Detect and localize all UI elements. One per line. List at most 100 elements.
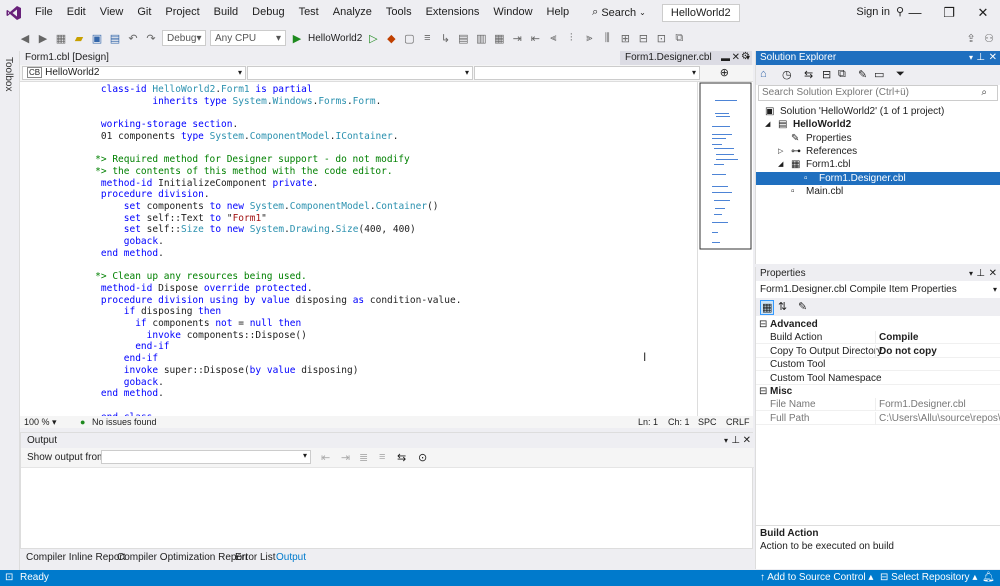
menu-file[interactable]: File xyxy=(28,0,60,25)
property-category[interactable]: ⊟ Misc xyxy=(756,385,1000,398)
tree-item[interactable]: ◢ ▤ HelloWorld2 xyxy=(756,118,1000,131)
expand-arrow-icon[interactable]: ◢ xyxy=(778,158,783,171)
close-button[interactable]: ✕ xyxy=(966,0,1000,25)
output-source-dropdown[interactable]: ▾ xyxy=(101,450,311,464)
hot-reload-icon[interactable]: ◆ xyxy=(384,31,398,45)
format-icon[interactable]: ≡ xyxy=(420,31,434,45)
tab-error-list[interactable]: Error List xyxy=(235,552,276,564)
menu-view[interactable]: View xyxy=(93,0,131,25)
save-icon[interactable]: ▣ xyxy=(90,31,104,45)
platform-dropdown[interactable]: Any CPU ▾ xyxy=(210,30,286,46)
clock-icon[interactable]: ⊙ xyxy=(418,451,427,464)
property-value[interactable]: Compile xyxy=(875,331,1000,345)
tree-item[interactable]: ✎ Properties xyxy=(756,132,1000,145)
redo-icon[interactable]: ↷ xyxy=(144,31,158,45)
code-minimap[interactable] xyxy=(697,82,753,416)
tree-item[interactable]: ▷ ⊶ References xyxy=(756,145,1000,158)
split-icon[interactable]: ⊕ xyxy=(720,66,729,79)
menu-build[interactable]: Build xyxy=(207,0,245,25)
switch-views-icon[interactable]: ◷ xyxy=(782,68,792,81)
search-box[interactable]: ⌕ Search ⌄ xyxy=(584,6,654,19)
comment-icon[interactable]: ▥ xyxy=(474,31,488,45)
bookmark-icon[interactable]: ▤ xyxy=(456,31,470,45)
property-row[interactable]: File Name Form1.Designer.cbl xyxy=(756,398,1000,412)
menu-debug[interactable]: Debug xyxy=(245,0,291,25)
panel-menu-icon[interactable]: ▾ xyxy=(969,267,973,281)
menu-project[interactable]: Project xyxy=(158,0,206,25)
toggle-wrap-icon[interactable]: ⇆ xyxy=(397,451,406,464)
property-category[interactable]: ⊟ Advanced xyxy=(756,318,1000,331)
undo-icon[interactable]: ↶ xyxy=(126,31,140,45)
pin-icon[interactable]: ▬ xyxy=(721,51,730,65)
code-editor[interactable]: class-id HelloWorld2.Form1 is partial in… xyxy=(20,82,697,416)
tree-item[interactable]: ▫ Main.cbl xyxy=(756,185,1000,198)
categorized-icon[interactable]: ▦ xyxy=(760,300,775,315)
show-all-files-icon[interactable]: ⧉ xyxy=(838,68,846,81)
clear-all-icon[interactable]: ≣ xyxy=(359,451,368,464)
panel-menu-icon[interactable]: ▾ xyxy=(724,433,728,448)
save-all-icon[interactable]: ▤ xyxy=(108,31,122,45)
type-dropdown[interactable]: ▾ xyxy=(247,66,473,80)
step-icon[interactable]: ↳ xyxy=(438,31,452,45)
solution-search-input[interactable]: Search Solution Explorer (Ctrl+ü) ⌕ xyxy=(758,85,998,101)
menu-test[interactable]: Test xyxy=(292,0,326,25)
close-tab-icon[interactable]: ✕ xyxy=(732,51,740,65)
menu-edit[interactable]: Edit xyxy=(60,0,93,25)
project-dropdown[interactable]: CB HelloWorld2 ▾ xyxy=(22,66,246,80)
configuration-dropdown[interactable]: Debug ▾ xyxy=(162,30,206,46)
property-row[interactable]: Custom Tool xyxy=(756,358,1000,372)
tree-item[interactable]: ▫ Form1.Designer.cbl xyxy=(756,171,1000,185)
sync-icon[interactable]: ⇆ xyxy=(804,68,813,81)
pin-icon[interactable]: ⊥ xyxy=(976,51,985,65)
minimize-button[interactable]: — xyxy=(898,0,932,25)
tab-output[interactable]: Output xyxy=(276,552,306,564)
property-value[interactable]: Form1.Designer.cbl xyxy=(875,398,1000,412)
size-icon[interactable]: ⊡ xyxy=(654,31,668,45)
menu-tools[interactable]: Tools xyxy=(379,0,419,25)
distribute-icon[interactable]: ⫼ xyxy=(600,31,614,45)
start-button[interactable]: HelloWorld2 xyxy=(308,33,362,44)
notification-icon[interactable]: 🔔︎ xyxy=(982,570,995,586)
order-icon[interactable]: ⧉ xyxy=(672,31,686,45)
grid-icon[interactable]: ⊞ xyxy=(618,31,632,45)
maximize-button[interactable]: ❐ xyxy=(932,0,966,25)
sign-in-link[interactable]: Sign in xyxy=(856,6,890,18)
collapse-icon[interactable]: ⊟ xyxy=(759,385,767,398)
live-share-icon[interactable]: ⇪ xyxy=(964,31,978,45)
settings-icon[interactable]: ⚙ xyxy=(741,51,750,62)
tab-compiler-optimization-report[interactable]: Compiler Optimization Report xyxy=(117,552,248,564)
tab-compiler-inline-report[interactable]: Compiler Inline Report xyxy=(26,552,126,564)
collapse-all-icon[interactable]: ⊟ xyxy=(822,68,831,81)
layout-icon[interactable]: ⊟ xyxy=(636,31,650,45)
back-icon[interactable]: ◀ xyxy=(18,31,32,45)
align-right-icon[interactable]: ⫸ xyxy=(582,31,596,45)
expand-arrow-icon[interactable]: ◢ xyxy=(765,118,770,131)
alphabetical-icon[interactable]: ⇅ xyxy=(778,300,787,313)
select-repository-button[interactable]: ⊟ Select Repository ▴ xyxy=(880,570,977,586)
indent-icon[interactable]: ⇥ xyxy=(510,31,524,45)
align-left-icon[interactable]: ⫷ xyxy=(546,31,560,45)
close-icon[interactable]: ✕ xyxy=(989,51,997,65)
collapse-icon[interactable]: ⊟ xyxy=(759,318,767,331)
filter-icon[interactable]: ⏷ xyxy=(896,68,905,81)
close-icon[interactable]: ✕ xyxy=(989,267,997,281)
open-folder-icon[interactable]: ▰ xyxy=(72,31,86,45)
tab-form1-designer[interactable]: Form1.Designer.cbl ▬ ✕ ▾ xyxy=(620,51,752,65)
property-row[interactable]: Full Path C:\Users\Allu\source\repos\Hell… xyxy=(756,411,1000,425)
go-to-next-icon[interactable]: ⇥ xyxy=(341,451,350,464)
expand-arrow-icon[interactable]: ▷ xyxy=(778,145,783,158)
menu-git[interactable]: Git xyxy=(130,0,158,25)
add-to-source-control-button[interactable]: ↑ Add to Source Control ▴ xyxy=(760,570,873,586)
close-icon[interactable]: ✕ xyxy=(743,433,751,448)
member-dropdown[interactable]: ▾ xyxy=(474,66,700,80)
go-to-previous-icon[interactable]: ⇤ xyxy=(321,451,330,464)
forward-icon[interactable]: ▶ xyxy=(36,31,50,45)
person-icon[interactable]: ⚇ xyxy=(982,31,996,45)
properties-icon[interactable]: ✎ xyxy=(858,68,867,81)
uncomment-icon[interactable]: ▦ xyxy=(492,31,506,45)
panel-menu-icon[interactable]: ▾ xyxy=(969,51,973,65)
toolbox-strip[interactable]: Toolbox xyxy=(0,51,20,570)
property-row[interactable]: Custom Tool Namespace xyxy=(756,372,1000,385)
toolbox-label[interactable]: Toolbox xyxy=(3,57,14,91)
browser-link-icon[interactable]: ▢ xyxy=(402,31,416,45)
